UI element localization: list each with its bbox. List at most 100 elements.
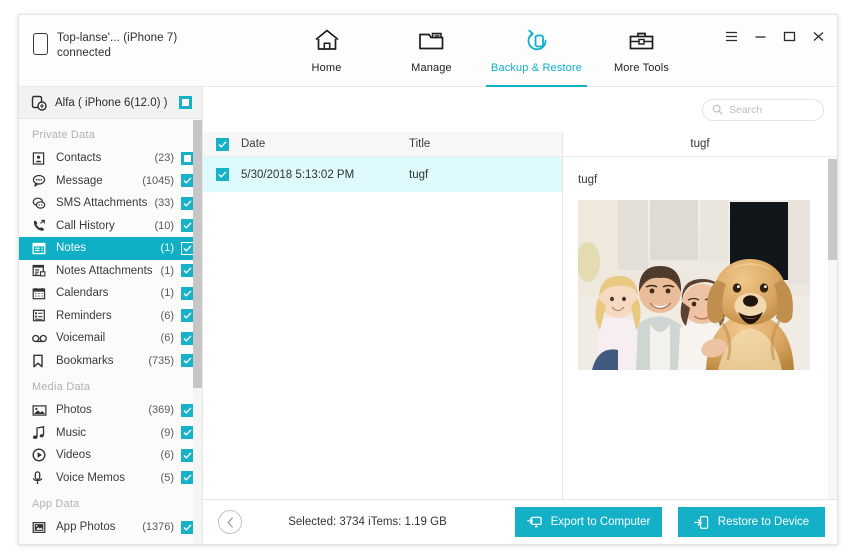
sidebar-item-voice-memos[interactable]: Voice Memos (5) [19, 467, 202, 490]
sidebar-label-calendars: Calendars [56, 287, 109, 300]
app-photos-icon [32, 521, 52, 534]
column-header-date[interactable]: Date [229, 138, 409, 150]
list-header: Date Title [203, 132, 562, 157]
nav-label-backup-restore: Backup & Restore [490, 62, 583, 74]
toolbox-icon [628, 25, 655, 55]
sidebar-label-reminders: Reminders [56, 309, 112, 322]
sidebar-count-call-history: (10) [154, 219, 174, 232]
sidebar-label-app-photos: App Photos [56, 521, 116, 534]
phone-icon [33, 33, 48, 55]
nav-item-more-tools[interactable]: More Tools [589, 15, 694, 87]
sidebar-label-call-history: Call History [56, 219, 115, 232]
minimize-icon[interactable] [753, 29, 767, 43]
photos-icon [32, 404, 52, 417]
sidebar-item-contacts[interactable]: Contacts (23) [19, 147, 202, 170]
sidebar-item-calendars[interactable]: Calendars (1) [19, 282, 202, 305]
sidebar-group-title-private: Private Data [32, 129, 95, 141]
folder-icon [418, 25, 445, 55]
search-icon [712, 104, 723, 115]
main-panel: Date Title 5/30/2018 5:13:02 PM tugf tug… [203, 87, 837, 544]
search-input[interactable] [729, 103, 814, 116]
notes-icon [32, 242, 52, 255]
preview-pane: tugf tugf [563, 132, 837, 499]
sidebar-count-photos: (369) [148, 404, 174, 417]
device-backup-icon [31, 95, 47, 111]
sidebar-device-label: Alfa ( iPhone 6(12.0) ) [55, 96, 168, 109]
backup-restore-icon [523, 25, 551, 55]
sms-attachments-icon [32, 197, 52, 210]
maximize-icon[interactable] [782, 29, 796, 43]
sidebar-item-reminders[interactable]: Reminders (6) [19, 305, 202, 328]
row-title: tugf [409, 168, 429, 181]
sidebar-item-photos[interactable]: Photos (369) [19, 399, 202, 422]
sidebar-label-voice-memos: Voice Memos [56, 471, 126, 484]
window-controls [724, 29, 825, 43]
hamburger-icon[interactable] [724, 29, 738, 43]
export-to-computer-button[interactable]: Export to Computer [515, 507, 662, 537]
sidebar-label-bookmarks: Bookmarks [56, 354, 114, 367]
sidebar-device-checkbox[interactable] [179, 96, 192, 109]
search-bar [203, 87, 837, 132]
sidebar-count-voicemail: (6) [160, 332, 174, 345]
bookmark-icon [32, 354, 52, 368]
sidebar-item-voicemail[interactable]: Voicemail (6) [19, 327, 202, 350]
connected-device-name: Top-lanse'... (iPhone 7) [57, 32, 178, 44]
content-area: Date Title 5/30/2018 5:13:02 PM tugf tug… [203, 132, 837, 499]
sidebar-device-row[interactable]: Alfa ( iPhone 6(12.0) ) [19, 87, 202, 119]
connected-device[interactable]: Top-lanse'... (iPhone 7) connected [19, 15, 249, 61]
export-to-computer-label: Export to Computer [550, 516, 651, 528]
table-row[interactable]: 5/30/2018 5:13:02 PM tugf [203, 157, 562, 192]
preview-scrollbar-thumb[interactable] [828, 159, 837, 260]
sidebar-item-sms-attachments[interactable]: SMS Attachments (33) [19, 192, 202, 215]
sidebar-item-notes-attachments[interactable]: Notes Attachments (1) [19, 260, 202, 283]
nav-label-home: Home [311, 62, 342, 74]
select-all-checkbox[interactable] [216, 137, 229, 151]
sidebar-label-notes-attachments: Notes Attachments [56, 264, 153, 277]
row-date: 5/30/2018 5:13:02 PM [241, 168, 355, 181]
connected-device-status: connected [57, 47, 111, 59]
sidebar-count-sms-attachments: (33) [154, 197, 174, 210]
sidebar-label-voicemail: Voicemail [56, 332, 106, 345]
sidebar-label-sms-attachments: SMS Attachments [56, 197, 148, 210]
list-pane: Date Title 5/30/2018 5:13:02 PM tugf [203, 132, 563, 499]
nav-label-more-tools: More Tools [613, 62, 670, 74]
export-to-computer-icon [526, 515, 542, 530]
search-box[interactable] [702, 98, 824, 121]
sidebar-scrollbar-thumb[interactable] [193, 120, 202, 388]
preview-body: tugf [563, 157, 837, 499]
row-checkbox[interactable] [216, 168, 229, 181]
calendar-icon [32, 287, 52, 300]
close-icon[interactable] [811, 29, 825, 43]
app-window: Top-lanse'... (iPhone 7) connected Home [18, 14, 838, 545]
sidebar-scrollbar-track[interactable] [193, 120, 202, 544]
sidebar-item-app-photos[interactable]: App Photos (1376) [19, 516, 202, 539]
selection-info: Selected: 3734 iTems: 1.19 GB [288, 516, 447, 528]
nav-item-home[interactable]: Home [274, 15, 379, 87]
back-button[interactable] [218, 510, 242, 534]
nav-item-backup-restore[interactable]: Backup & Restore [484, 15, 589, 87]
restore-to-device-button[interactable]: Restore to Device [678, 507, 825, 537]
chevron-left-icon [226, 516, 235, 528]
sidebar-item-videos[interactable]: Videos (6) [19, 444, 202, 467]
nav-item-manage[interactable]: Manage [379, 15, 484, 87]
sidebar-count-notes: (1) [160, 242, 174, 255]
voicemail-icon [32, 333, 52, 344]
sidebar-item-notes[interactable]: Notes (1) [19, 237, 202, 260]
sidebar-count-videos: (6) [160, 449, 174, 462]
voice-memos-icon [32, 470, 52, 485]
preview-photo [578, 200, 810, 370]
sidebar-item-music[interactable]: Music (9) [19, 422, 202, 445]
sidebar-group-title-app: App Data [32, 498, 80, 510]
sidebar-item-call-history[interactable]: Call History (10) [19, 215, 202, 238]
sidebar-item-bookmarks[interactable]: Bookmarks (735) [19, 350, 202, 373]
sidebar-count-calendars: (1) [160, 287, 174, 300]
sidebar-label-message: Message [56, 174, 103, 187]
preview-scrollbar-track[interactable] [828, 158, 837, 499]
column-header-title[interactable]: Title [409, 138, 562, 150]
preview-note-title: tugf [578, 174, 598, 186]
sidebar-item-message[interactable]: Message (1045) [19, 170, 202, 193]
restore-to-device-label: Restore to Device [717, 516, 810, 528]
title-bar: Top-lanse'... (iPhone 7) connected Home [19, 15, 837, 87]
videos-icon [32, 448, 52, 462]
sidebar-count-music: (9) [160, 426, 174, 439]
